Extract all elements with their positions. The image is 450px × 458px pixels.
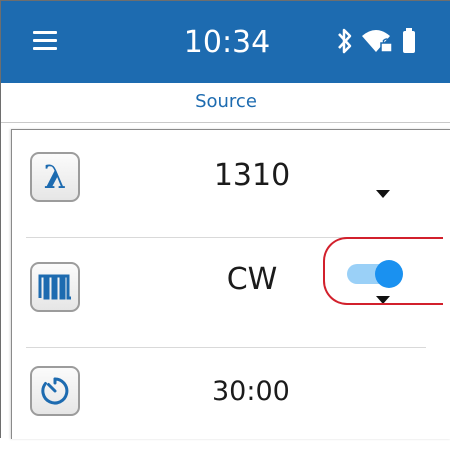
square-wave-icon[interactable] (30, 262, 80, 312)
wifi-locked-icon (362, 30, 393, 53)
clock: 10:34 (183, 25, 271, 60)
timer-icon[interactable] (30, 366, 80, 416)
chevron-down-icon[interactable] (376, 190, 390, 198)
lambda-glyph: λ (43, 158, 67, 196)
tab-bar: Source (1, 83, 450, 123)
status-bar: 10:34 (1, 1, 450, 83)
tab-source[interactable]: Source (1, 83, 450, 123)
timer-toggle-knob[interactable] (375, 260, 403, 288)
square-wave-glyph (38, 274, 71, 300)
lambda-icon[interactable]: λ (30, 152, 80, 202)
timer-glyph (41, 377, 69, 405)
wavelength-value[interactable]: 1310 (172, 154, 332, 198)
wavelength-row[interactable]: λ 1310 (12, 130, 440, 238)
timer-value[interactable]: 30:00 (212, 370, 302, 414)
source-screen: 10:34 Source λ 1310 CW 30:00 (0, 0, 450, 439)
menu-icon[interactable] (33, 31, 57, 53)
timer-row: 30:00 (12, 350, 440, 458)
modulation-value[interactable]: CW (172, 258, 332, 302)
divider (26, 347, 426, 348)
battery-icon (403, 28, 415, 53)
bluetooth-icon (338, 28, 352, 54)
